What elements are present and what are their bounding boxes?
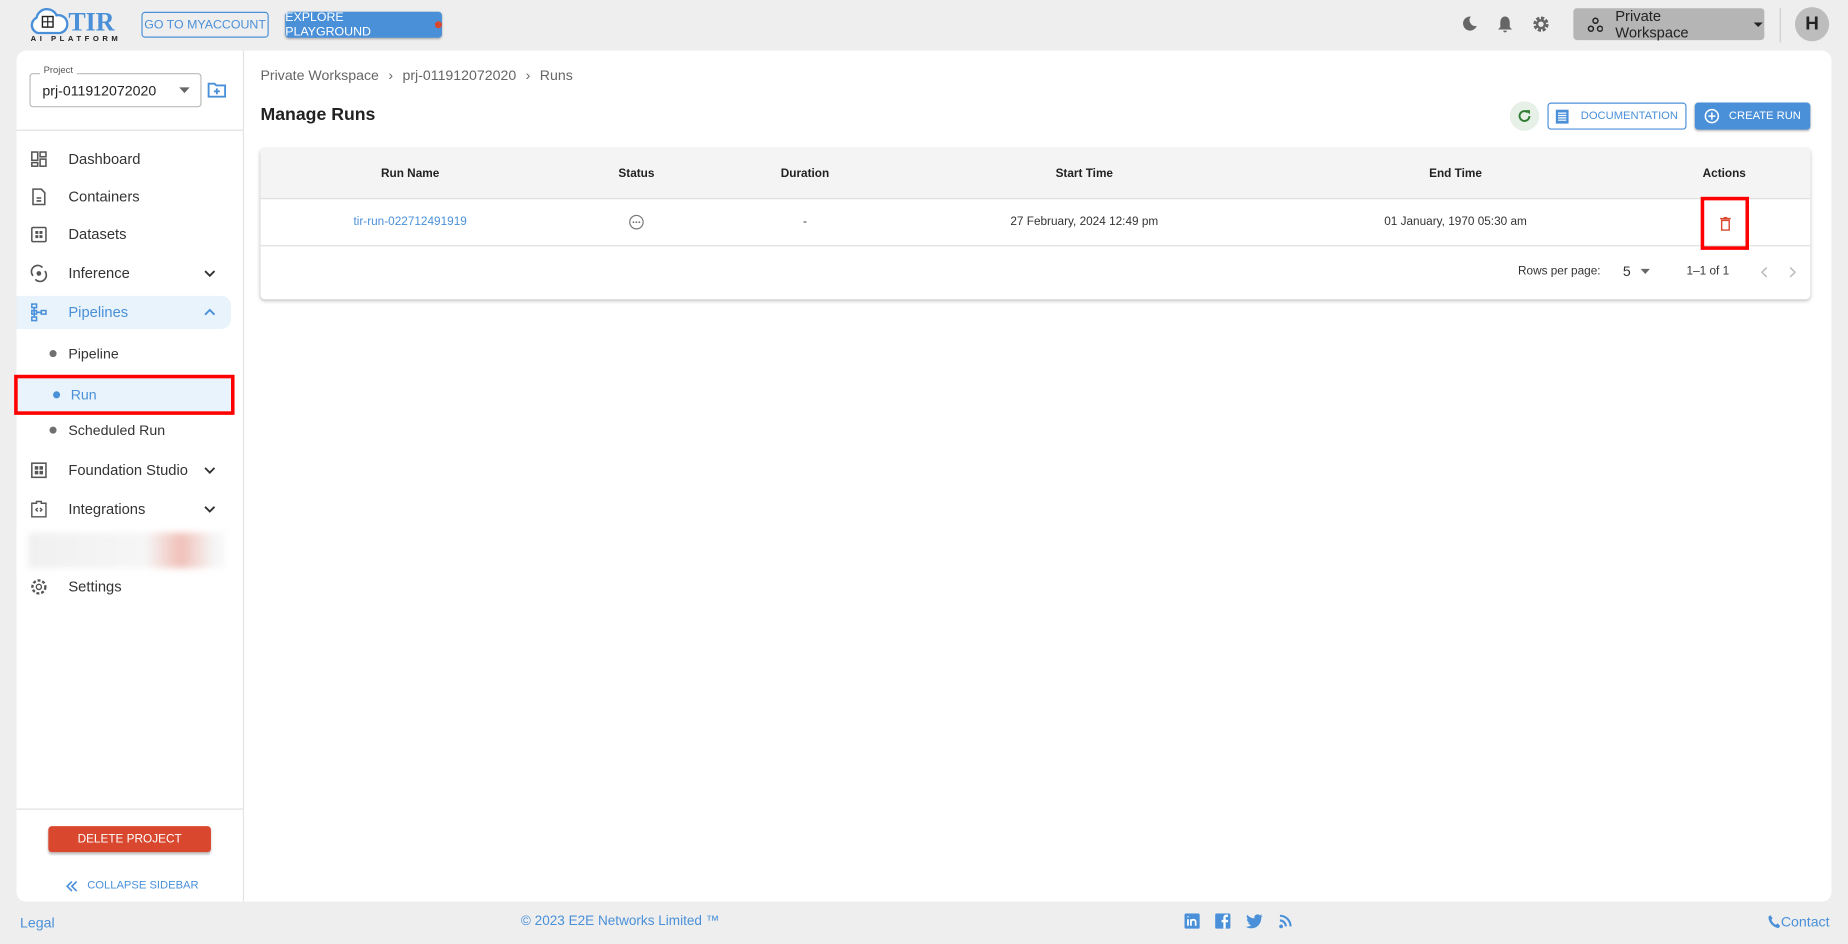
- bullet-icon: [49, 426, 57, 434]
- breadcrumb-project[interactable]: prj-011912072020: [402, 67, 516, 83]
- chevron-down-icon: [204, 270, 216, 278]
- divider: [16, 808, 244, 810]
- bullet-icon: [53, 391, 61, 399]
- bullet-icon: [49, 350, 57, 358]
- new-folder-icon[interactable]: [207, 81, 227, 98]
- delete-run-button[interactable]: [1700, 196, 1749, 250]
- trash-icon: [1719, 216, 1731, 231]
- sidebar-item-foundation-studio[interactable]: Foundation Studio: [16, 454, 230, 487]
- legal-link[interactable]: Legal: [20, 915, 55, 931]
- logo[interactable]: TIR AI PLATFORM: [28, 7, 118, 45]
- sidebar-item-dashboard[interactable]: Dashboard: [16, 143, 230, 176]
- caret-down-icon: [1754, 21, 1764, 27]
- project-select[interactable]: Project prj-011912072020: [29, 64, 202, 108]
- go-to-myaccount-button[interactable]: GO TO MYACCOUNT: [141, 11, 269, 38]
- avatar[interactable]: H: [1794, 7, 1830, 42]
- inference-icon: [30, 264, 48, 283]
- column-header: End Time: [1429, 167, 1482, 181]
- collapse-sidebar-button[interactable]: COLLAPSE SIDEBAR: [65, 879, 199, 892]
- double-chevron-left-icon: [66, 880, 78, 891]
- studio-icon: [31, 462, 47, 479]
- dashboard-icon: [31, 151, 47, 167]
- column-header: Actions: [1702, 167, 1746, 181]
- chevron-down-icon: [204, 467, 216, 474]
- refresh-icon: [1518, 110, 1531, 122]
- grid-icon: [31, 226, 47, 243]
- page-title: Manage Runs: [260, 104, 376, 125]
- copyright: © 2023 E2E Networks Limited ™: [520, 914, 720, 929]
- divider: [1779, 8, 1781, 43]
- runs-table: Run Name Status Duration Start Time End …: [260, 148, 1811, 300]
- sidebar-subitem-pipeline[interactable]: Pipeline: [16, 336, 233, 371]
- rows-per-page-select[interactable]: 5: [1623, 263, 1650, 279]
- pipeline-icon: [31, 303, 47, 322]
- table-header: [260, 148, 1811, 200]
- social-links: [1184, 913, 1293, 929]
- chevron-up-icon: [204, 308, 216, 316]
- breadcrumb-workspace[interactable]: Private Workspace: [260, 67, 378, 83]
- notification-dot: [434, 21, 442, 29]
- sidebar-item-settings[interactable]: Settings: [16, 570, 230, 603]
- sidebar-item-containers[interactable]: Containers: [16, 180, 230, 213]
- gear-icon: [31, 579, 47, 595]
- settings-icon[interactable]: [1532, 15, 1550, 33]
- chevron-left-icon[interactable]: [1760, 266, 1769, 278]
- breadcrumb: Private Workspace › prj-011912072020 › Run…: [260, 67, 573, 84]
- facebook-icon[interactable]: [1215, 913, 1231, 929]
- start-time: 27 February, 2024 12:49 pm: [1010, 215, 1159, 229]
- integration-icon: [31, 500, 47, 518]
- caret-down-icon: [179, 87, 190, 94]
- sidebar-item-inference[interactable]: Inference: [16, 257, 230, 290]
- file-icon: [32, 188, 46, 206]
- sidebar-subitem-scheduled-run[interactable]: Scheduled Run: [16, 412, 233, 447]
- create-run-button[interactable]: CREATE RUN: [1694, 102, 1811, 130]
- document-icon: [1555, 109, 1569, 124]
- column-header: Start Time: [1055, 167, 1114, 181]
- sidebar-item-integrations[interactable]: Integrations: [16, 493, 230, 526]
- workspace-icon: [1587, 16, 1604, 32]
- sidebar-item-datasets[interactable]: Datasets: [16, 218, 230, 251]
- column-header: Status: [618, 167, 655, 181]
- refresh-button[interactable]: [1509, 101, 1540, 131]
- column-header: Run Name: [381, 167, 440, 181]
- rows-per-page-label: Rows per page:: [1517, 265, 1601, 279]
- end-time: 01 January, 1970 05:30 am: [1384, 215, 1527, 229]
- linkedin-icon[interactable]: [1184, 913, 1200, 929]
- caret-down-icon: [1640, 268, 1650, 274]
- add-circle-icon: [1704, 108, 1720, 124]
- duration: -: [802, 215, 807, 229]
- delete-project-button[interactable]: DELETE PROJECT: [48, 826, 211, 853]
- contact-link[interactable]: Contact: [1768, 913, 1830, 930]
- sidebar-item-pipelines[interactable]: Pipelines: [16, 295, 231, 329]
- pagination-range: 1–1 of 1: [1686, 265, 1730, 279]
- rss-icon[interactable]: [1279, 913, 1293, 929]
- phone-icon: [1768, 915, 1781, 929]
- breadcrumb-runs: Runs: [539, 67, 573, 84]
- run-name-link[interactable]: tir-run-022712491919: [353, 199, 466, 245]
- explore-playground-button[interactable]: EXPLORE PLAYGROUND: [285, 11, 442, 39]
- twitter-icon[interactable]: [1245, 913, 1264, 929]
- documentation-button[interactable]: DOCUMENTATION: [1547, 102, 1687, 130]
- divider: [16, 129, 244, 131]
- bell-icon[interactable]: [1497, 15, 1514, 33]
- blurred-item: [28, 532, 224, 569]
- chevron-down-icon: [204, 506, 216, 513]
- dark-mode-icon[interactable]: [1461, 15, 1478, 31]
- workspace-selector[interactable]: Private Workspace: [1573, 8, 1765, 41]
- column-header: Duration: [780, 167, 830, 181]
- pending-icon: [629, 199, 644, 245]
- sidebar-subitem-run[interactable]: Run: [14, 374, 235, 415]
- chevron-right-icon[interactable]: [1788, 266, 1797, 278]
